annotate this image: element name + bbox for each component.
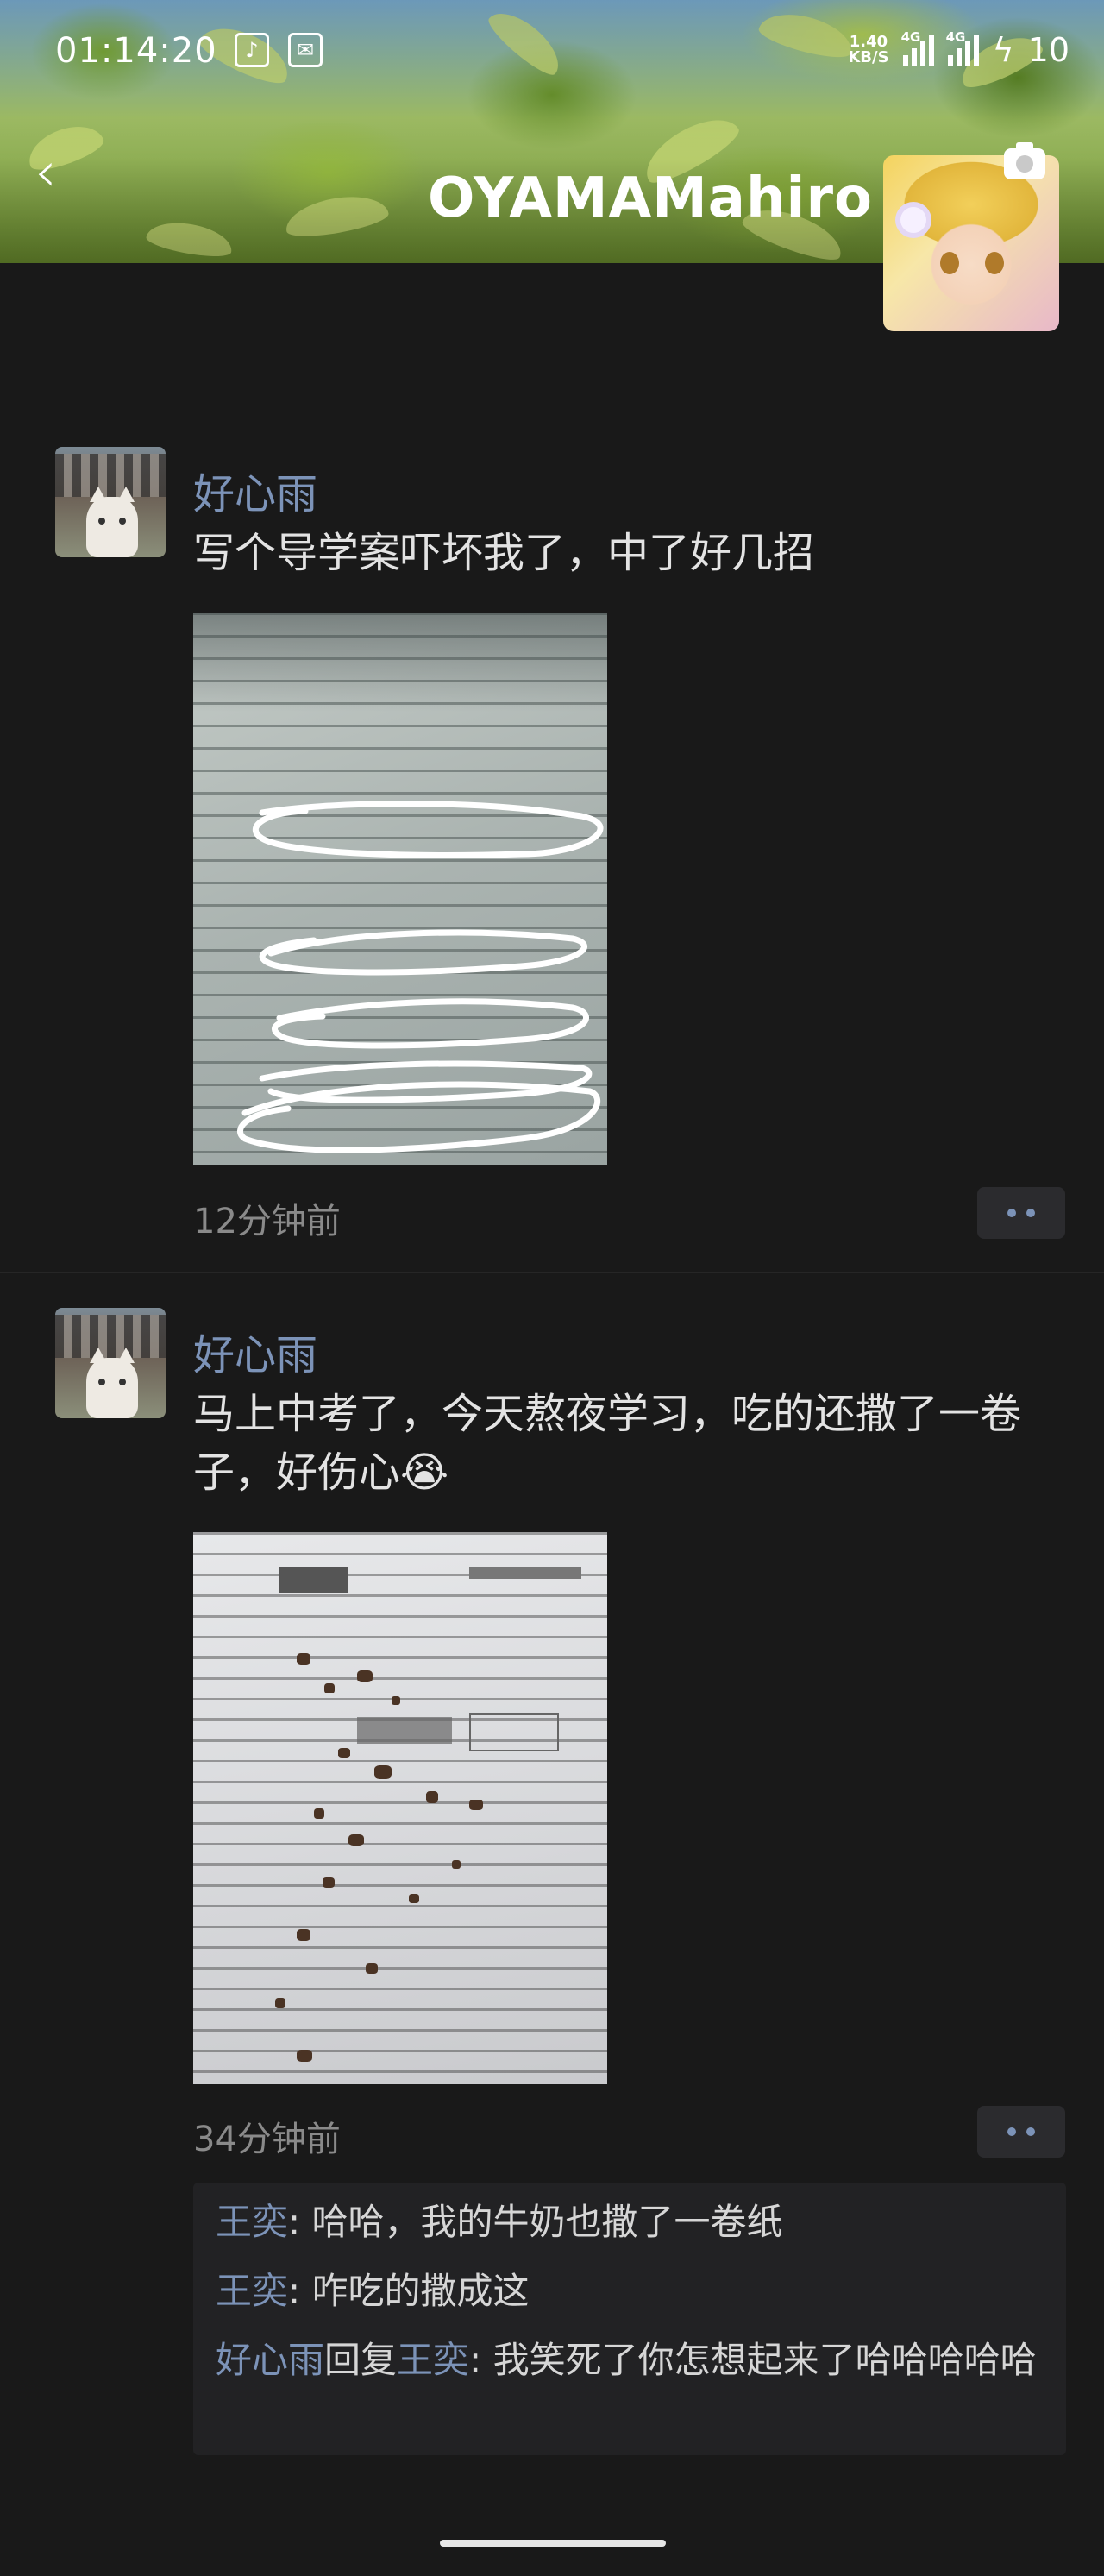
dot-icon: [1026, 1209, 1035, 1217]
dot-icon: [1007, 2127, 1016, 2136]
more-actions-button[interactable]: [977, 2106, 1065, 2158]
charging-icon: ϟ: [992, 31, 1014, 69]
dot-icon: [1026, 2127, 1035, 2136]
comment-author[interactable]: 王奕: [216, 2270, 288, 2312]
comment-text: 我笑死了你怎想起来了哈哈哈哈哈: [492, 2339, 1037, 2381]
comment[interactable]: 王奕: 哈哈，我的牛奶也撒了一卷纸: [216, 2196, 1044, 2248]
post-author[interactable]: 好心雨: [193, 460, 317, 520]
post-author[interactable]: 好心雨: [193, 1321, 317, 1381]
comment[interactable]: 好心雨回复王奕: 我笑死了你怎想起来了哈哈哈哈哈: [216, 2334, 1044, 2386]
comment-author[interactable]: 好心雨: [216, 2339, 324, 2381]
avatar[interactable]: [55, 1308, 166, 1418]
chevron-left-icon: ‹: [34, 141, 57, 204]
system-status: 1.40 KB/S 4G 4G ϟ 10: [848, 29, 1070, 69]
network-speed: 1.40 KB/S: [848, 33, 889, 66]
mail-icon: ✉: [288, 33, 323, 67]
post-time: 34分钟前: [193, 2120, 341, 2159]
signal-icon: 4G: [946, 29, 979, 66]
dot-icon: [1007, 1209, 1016, 1217]
comment[interactable]: 王奕: 咋吃的撒成这: [216, 2265, 1044, 2317]
post-time: 12分钟前: [193, 1202, 341, 1241]
post-photo[interactable]: [193, 613, 607, 1165]
comment-author[interactable]: 王奕: [216, 2201, 288, 2243]
post-text: 写个导学案吓坏我了，中了好几招: [193, 529, 815, 577]
post-photo[interactable]: [193, 1532, 607, 2084]
comment-list: 王奕: 哈哈，我的牛奶也撒了一卷纸 王奕: 咋吃的撒成这 好心雨回复王奕: 我笑…: [193, 2183, 1066, 2455]
status-bar: 01:14:20 ♪ ✉ 1.40 KB/S 4G 4G ϟ 10: [0, 0, 1104, 95]
tiktok-icon: ♪: [235, 33, 269, 67]
reply-target[interactable]: 王奕: [397, 2339, 469, 2381]
notification-icons: ♪ ✉: [235, 33, 323, 67]
status-time: 01:14:20: [55, 31, 217, 71]
post-text: 马上中考了，今天熬夜学习，吃的还撒了一卷子，好伤心😭: [193, 1390, 1022, 1497]
divider: [0, 1272, 1104, 1273]
camera-icon[interactable]: [1004, 142, 1045, 179]
signal-icon: 4G: [901, 29, 934, 66]
battery-level: 10: [1027, 31, 1070, 69]
avatar[interactable]: [55, 447, 166, 557]
home-indicator[interactable]: [440, 2540, 666, 2547]
more-actions-button[interactable]: [977, 1187, 1065, 1239]
back-button[interactable]: ‹: [34, 145, 76, 200]
profile-avatar[interactable]: [883, 155, 1059, 331]
page-title: OYAMAMahiro: [428, 166, 873, 230]
comment-text: 咋吃的撒成这: [311, 2270, 530, 2312]
comment-text: 哈哈，我的牛奶也撒了一卷纸: [311, 2201, 783, 2243]
